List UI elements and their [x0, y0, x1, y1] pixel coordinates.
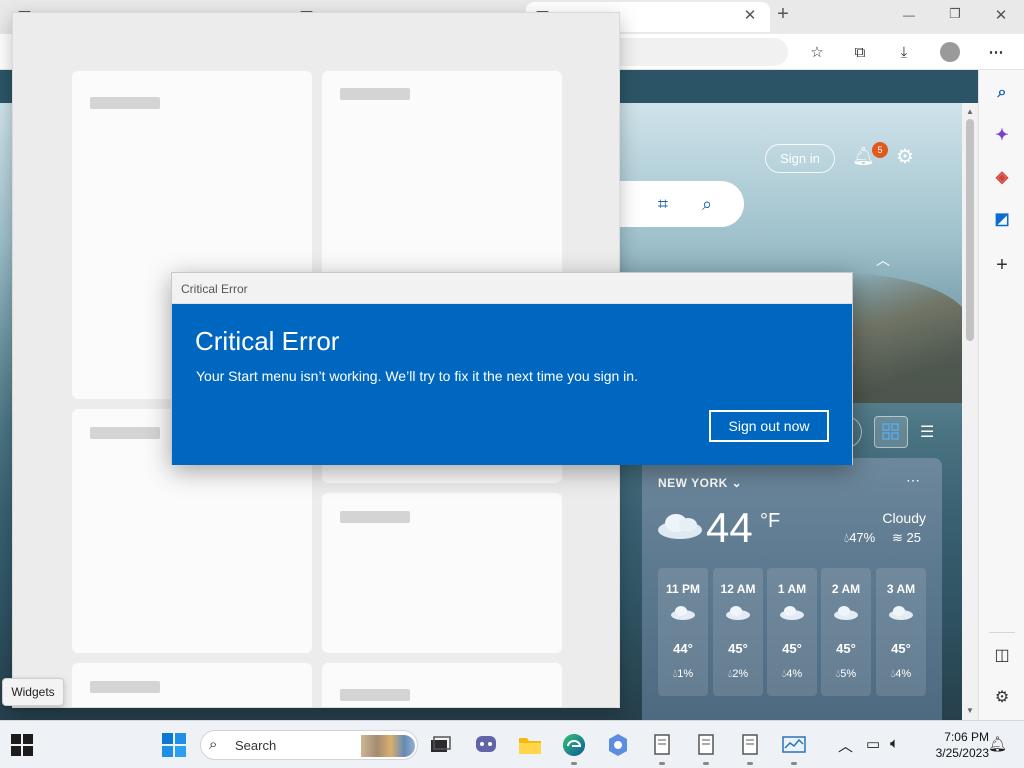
sign-out-now-button[interactable]: Sign out now	[709, 410, 829, 442]
placeholder-bar	[340, 88, 410, 100]
profile-icon[interactable]	[940, 42, 960, 62]
sign-in-button[interactable]: Sign in	[765, 144, 835, 173]
more-icon[interactable]: ⋯	[984, 40, 1008, 64]
chevron-down-icon: ⌄	[731, 476, 743, 490]
hourly-forecast-item[interactable]: 3 AM 45° 💧︎4%	[876, 568, 926, 696]
resource-monitor-icon[interactable]	[780, 731, 808, 759]
notification-count-badge: 5	[872, 142, 888, 158]
collapse-chevron-icon[interactable]: ︿	[876, 250, 890, 270]
hourly-forecast-item[interactable]: 2 AM 45° 💧︎5%	[821, 568, 871, 696]
critical-error-dialog: Critical Error Critical Error Your Start…	[171, 272, 853, 465]
sidebar-settings-icon[interactable]: ⚙	[990, 685, 1014, 709]
placeholder-bar	[90, 97, 160, 109]
placeholder-bar	[340, 511, 410, 523]
search-icon: ⌕	[209, 736, 218, 753]
new-tab-button[interactable]: +	[769, 3, 797, 26]
tab-close-button[interactable]: ✕	[736, 6, 764, 24]
humidity-reading: 💧︎47%	[844, 530, 876, 545]
placeholder-bar	[90, 681, 160, 693]
scroll-up-arrow-icon[interactable]: ▲	[962, 107, 978, 116]
cloud-icon	[889, 606, 913, 620]
search-highlight-image	[361, 735, 415, 757]
dialog-title-bar: Critical Error	[172, 273, 852, 304]
edge-browser-icon[interactable]	[560, 731, 588, 759]
temperature-unit[interactable]: °F	[760, 510, 780, 533]
grid-view-icon[interactable]	[874, 416, 908, 448]
weather-more-icon[interactable]: ⋯	[906, 472, 920, 489]
cloud-icon	[834, 606, 858, 620]
dialog-heading: Critical Error	[195, 326, 340, 356]
task-view-icon[interactable]	[426, 731, 454, 759]
favorites-star-icon[interactable]: ☆	[805, 40, 829, 64]
sidebar-search-icon[interactable]: ⌕	[990, 81, 1014, 105]
web-search-box[interactable]: ◖ ⌗ ⌕	[600, 181, 744, 227]
widgets-icon[interactable]	[8, 731, 36, 759]
downloads-icon[interactable]: ⤓	[892, 40, 916, 64]
restore-button[interactable]: ❐	[941, 6, 969, 22]
search-submit-icon[interactable]: ⌕	[696, 193, 718, 215]
dialog-message: Your Start menu isn’t working. We’ll try…	[196, 368, 638, 384]
windows-start-icon[interactable]	[160, 731, 188, 759]
file-explorer-icon[interactable]	[516, 731, 544, 759]
copilot-app-icon[interactable]	[604, 731, 632, 759]
collections-icon[interactable]: ⧉	[848, 40, 872, 64]
scrollbar-thumb[interactable]	[966, 119, 974, 341]
hourly-forecast-item[interactable]: 12 AM 45° 💧︎2%	[713, 568, 763, 696]
cloud-icon	[658, 514, 702, 539]
placeholder-card	[322, 663, 562, 707]
wind-reading: ≋ 25	[892, 530, 921, 545]
window-close-button[interactable]: ✕	[987, 6, 1015, 24]
current-temperature: 44	[706, 504, 753, 551]
running-indicator	[747, 762, 753, 765]
outlook-icon[interactable]: ◩	[990, 207, 1014, 231]
clock-date[interactable]: 3/25/2023	[924, 746, 989, 760]
running-indicator	[571, 762, 577, 765]
show-hidden-icons-chevron-icon[interactable]: ︿	[838, 735, 853, 756]
running-indicator	[703, 762, 709, 765]
visual-search-icon[interactable]: ⌗	[652, 193, 674, 215]
placeholder-card	[322, 71, 562, 303]
document-app-icon[interactable]	[736, 731, 764, 759]
weather-card[interactable]: NEW YORK ⌄ ⋯ 44 °F Cloudy 💧︎47% ≋ 25 11 …	[642, 458, 942, 720]
address-bar[interactable]	[600, 38, 788, 66]
placeholder-card	[322, 493, 562, 653]
dialog-body: Critical Error Your Start menu isn’t wor…	[172, 304, 852, 465]
page-scrollbar[interactable]: ▲ ▼	[962, 103, 978, 720]
office-icon[interactable]: ◈	[990, 165, 1014, 189]
running-indicator	[791, 762, 797, 765]
weather-location[interactable]: NEW YORK ⌄	[658, 476, 742, 490]
list-view-icon[interactable]: ☰	[920, 422, 934, 442]
cloud-icon	[671, 606, 695, 620]
taskbar-search-box[interactable]: ⌕ Search	[200, 730, 418, 760]
placeholder-card	[72, 663, 312, 707]
running-indicator	[659, 762, 665, 765]
placeholder-bar	[90, 427, 160, 439]
minimize-button[interactable]: —	[895, 8, 923, 22]
volume-icon[interactable]: 🔈︎	[890, 735, 899, 752]
hourly-forecast-item[interactable]: 1 AM 45° 💧︎4%	[767, 568, 817, 696]
split-screen-icon[interactable]: ◫	[990, 643, 1014, 667]
notification-center-icon[interactable]: 🔔︎	[988, 735, 1007, 753]
taskbar: ⌕ Search ︿ ▭ 🔈︎ 7:06 PM 3/25/2023 🔔︎	[0, 720, 1024, 768]
scroll-down-arrow-icon[interactable]: ▼	[962, 706, 978, 715]
clock-time[interactable]: 7:06 PM	[939, 730, 989, 744]
teams-chat-icon[interactable]	[472, 731, 500, 759]
hourly-forecast-item[interactable]: 11 PM 44° 💧︎1%	[658, 568, 708, 696]
document-app-icon[interactable]	[692, 731, 720, 759]
placeholder-bar	[340, 689, 410, 701]
edge-sidebar: ⌕ ✦ ◈ ◩ + ◫ ⚙	[978, 70, 1024, 720]
cloud-icon	[726, 606, 750, 620]
sidebar-divider	[989, 632, 1015, 633]
page-settings-gear-icon[interactable]: ⚙	[896, 144, 920, 168]
add-icon[interactable]: +	[990, 253, 1014, 277]
network-icon[interactable]: ▭	[866, 735, 880, 753]
weather-condition: Cloudy	[882, 510, 926, 526]
copilot-icon[interactable]: ✦	[990, 123, 1014, 147]
document-app-icon[interactable]	[648, 731, 676, 759]
cloud-icon	[780, 606, 804, 620]
wind-icon: ≋	[892, 530, 903, 545]
widgets-tooltip: Widgets	[2, 678, 64, 706]
